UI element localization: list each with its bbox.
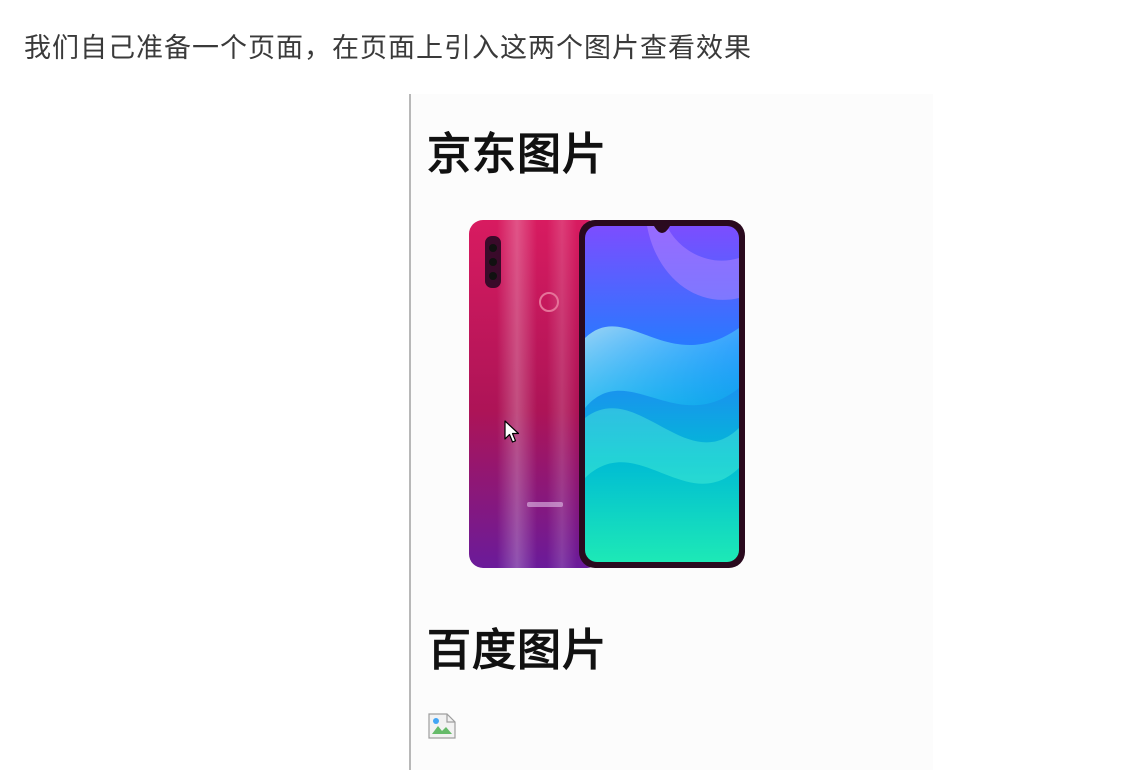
- mouse-cursor-icon: [504, 420, 520, 443]
- browser-content-area: 京东图片 百度图片: [409, 94, 933, 770]
- baidu-image-heading: 百度图片: [427, 625, 607, 676]
- jd-image-heading: 京东图片: [427, 129, 607, 180]
- screenshot-canvas: 我们自己准备一个页面，在页面上引入这两个图片查看效果 京东图片 百度图片: [0, 0, 1124, 770]
- phone-product-image: [469, 220, 745, 568]
- lesson-caption: 我们自己准备一个页面，在页面上引入这两个图片查看效果: [24, 33, 752, 64]
- broken-image-icon: [428, 713, 456, 739]
